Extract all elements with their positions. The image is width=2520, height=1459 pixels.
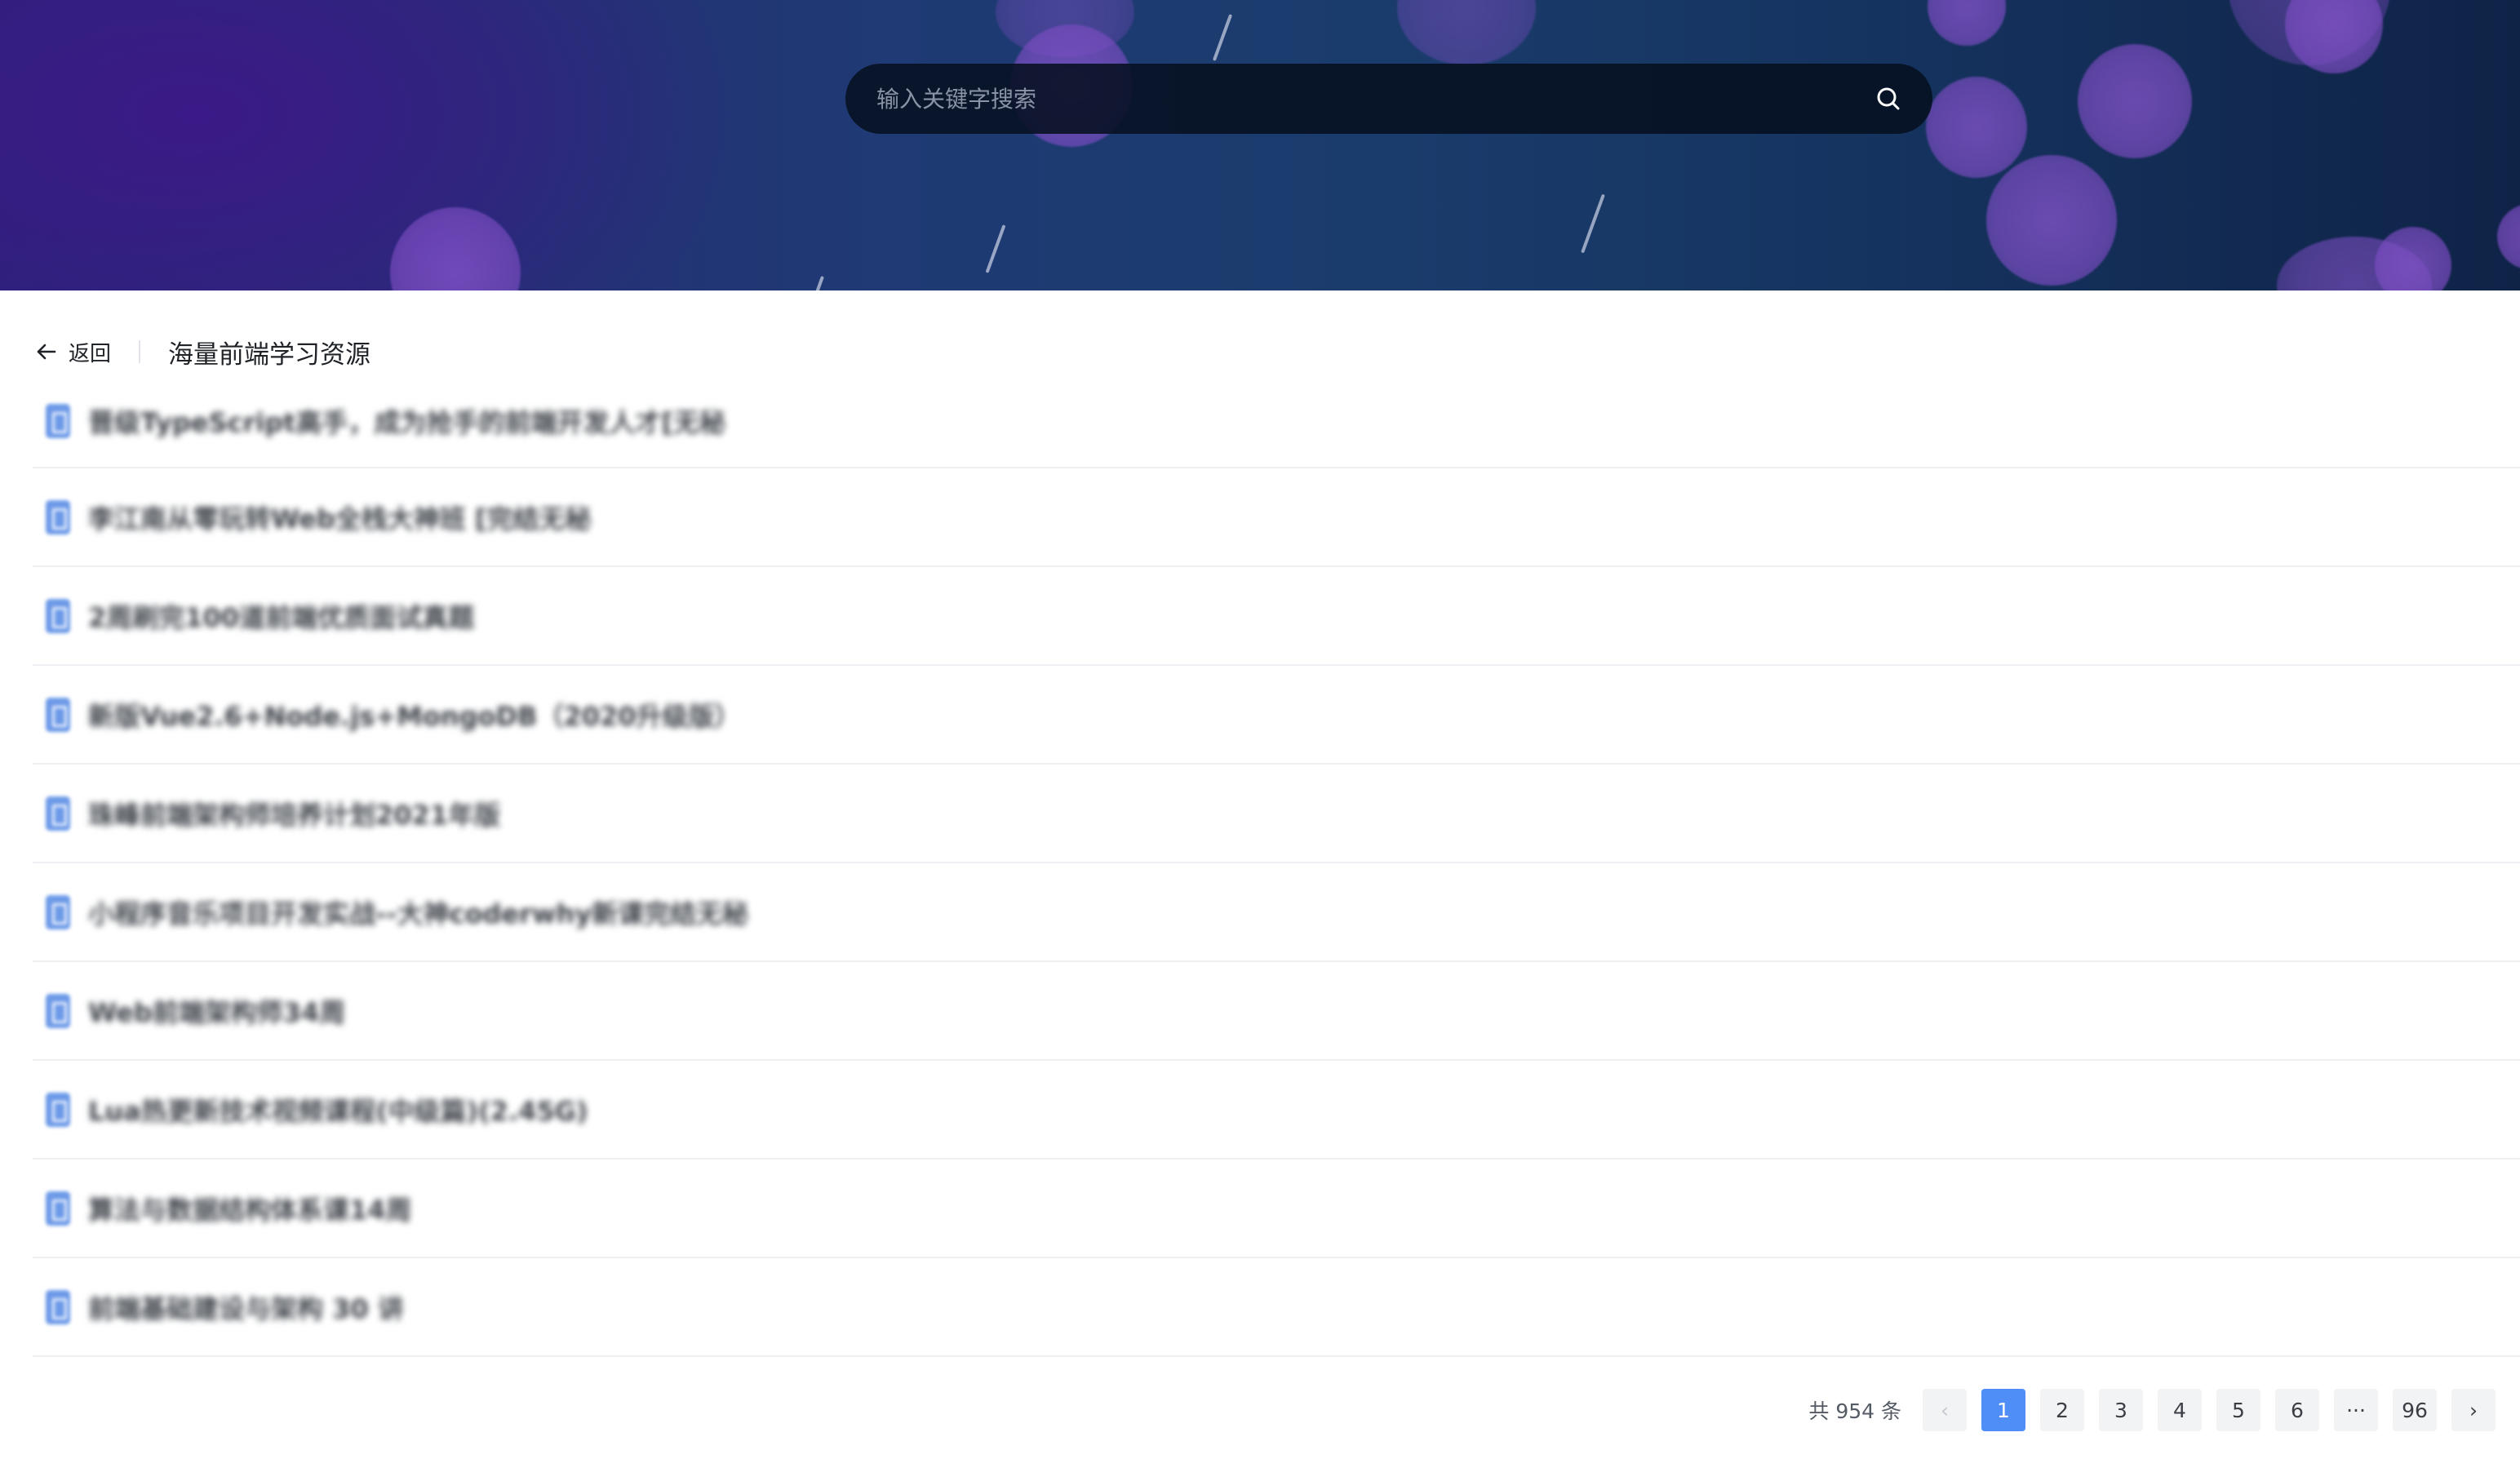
file-icon (46, 598, 70, 633)
file-icon (46, 697, 70, 732)
list-item[interactable]: Lua热更新技术视频课程(中级篇)(2.45G) (33, 1061, 2520, 1160)
file-icon (46, 796, 70, 831)
decor-bubble (1397, 0, 1536, 65)
list-item[interactable]: 前端基础建设与架构 30 讲 (33, 1258, 2520, 1357)
decor-bubble (1928, 0, 2006, 46)
page-button-1[interactable]: 1 (1981, 1389, 2025, 1431)
list-item-title: 2周刷完100道前端优质面试真题 (88, 601, 475, 633)
page-button-2[interactable]: 2 (2040, 1389, 2084, 1431)
list-item-title: 李江南从零玩转Web全栈大神班 [完结无秘 (88, 503, 592, 534)
resource-list: 晋级TypeScript高手，成为抢手的前端开发人才[无秘 李江南从零玩转Web… (33, 375, 2520, 1357)
decor-bubble (2078, 44, 2192, 158)
file-icon (46, 1289, 70, 1324)
list-item-title: 前端基础建设与架构 30 讲 (88, 1293, 404, 1324)
list-item-title: 晋级TypeScript高手，成为抢手的前端开发人才[无秘 (88, 407, 726, 438)
search-icon[interactable] (1874, 84, 1903, 113)
decor-streak (814, 276, 824, 290)
page-button-3[interactable]: 3 (2099, 1389, 2143, 1431)
list-item[interactable]: 珠峰前端架构师培养计划2021年版 (33, 765, 2520, 863)
page-button-last[interactable]: 96 (2393, 1389, 2437, 1431)
file-icon (46, 499, 70, 534)
list-item-title: Web前端架构师34周 (88, 996, 346, 1028)
list-item[interactable]: 晋级TypeScript高手，成为抢手的前端开发人才[无秘 (33, 375, 2520, 468)
decor-bubble (1926, 77, 2027, 178)
page-button-6[interactable]: 6 (2275, 1389, 2319, 1431)
decor-bubble (390, 207, 521, 290)
list-item-title: 小程序音乐项目开发实战--大神coderwhy新课完结无秘 (88, 898, 749, 929)
file-icon (46, 1092, 70, 1127)
header-banner (0, 0, 2520, 290)
back-label: 返回 (69, 341, 112, 366)
pagination: 共 954 条 ‹ 1 2 3 4 5 6 ··· 96 › (1808, 1389, 2496, 1431)
search-bar (845, 64, 1932, 134)
page-title: 海量前端学习资源 (168, 339, 371, 370)
arrow-left-icon (37, 344, 56, 360)
list-item-title: 珠峰前端架构师培养计划2021年版 (88, 799, 501, 831)
list-item[interactable]: 小程序音乐项目开发实战--大神coderwhy新课完结无秘 (33, 863, 2520, 962)
list-item[interactable]: 2周刷完100道前端优质面试真题 (33, 567, 2520, 666)
chevron-right-icon: › (2469, 1398, 2478, 1422)
file-icon (46, 894, 70, 929)
decor-streak (985, 224, 1006, 273)
back-button[interactable]: 返回 (36, 337, 111, 367)
list-item-title: Lua热更新技术视频课程(中级篇)(2.45G) (88, 1095, 588, 1127)
list-item[interactable]: 算法与数据结构体系课14周 (33, 1160, 2520, 1258)
file-icon (46, 404, 70, 438)
decor-streak (1212, 14, 1233, 61)
prev-page-button[interactable]: ‹ (1923, 1389, 1967, 1431)
total-count: 共 954 条 (1808, 1399, 1901, 1423)
title-divider (139, 340, 141, 363)
page-button-4[interactable]: 4 (2158, 1389, 2202, 1431)
list-item-title: 算法与数据结构体系课14周 (88, 1194, 412, 1226)
search-input[interactable] (875, 84, 1874, 113)
chevron-left-icon: ‹ (1941, 1398, 1949, 1422)
file-icon (46, 1191, 70, 1226)
list-item-title: 新版Vue2.6+Node.js+MongoDB（2020升级版） (88, 700, 741, 732)
decor-bubble (2497, 204, 2520, 269)
title-row: 返回 海量前端学习资源 (36, 330, 370, 374)
decor-bubble (2375, 227, 2451, 290)
page-ellipsis-button[interactable]: ··· (2334, 1389, 2378, 1431)
decor-bubble (1986, 155, 2117, 286)
list-item[interactable]: 李江南从零玩转Web全栈大神班 [完结无秘 (33, 468, 2520, 567)
decor-streak (1581, 193, 1605, 254)
next-page-button[interactable]: › (2451, 1389, 2496, 1431)
list-item[interactable]: 新版Vue2.6+Node.js+MongoDB（2020升级版） (33, 666, 2520, 765)
list-item[interactable]: Web前端架构师34周 (33, 962, 2520, 1061)
page-button-5[interactable]: 5 (2216, 1389, 2260, 1431)
file-icon (46, 993, 70, 1028)
